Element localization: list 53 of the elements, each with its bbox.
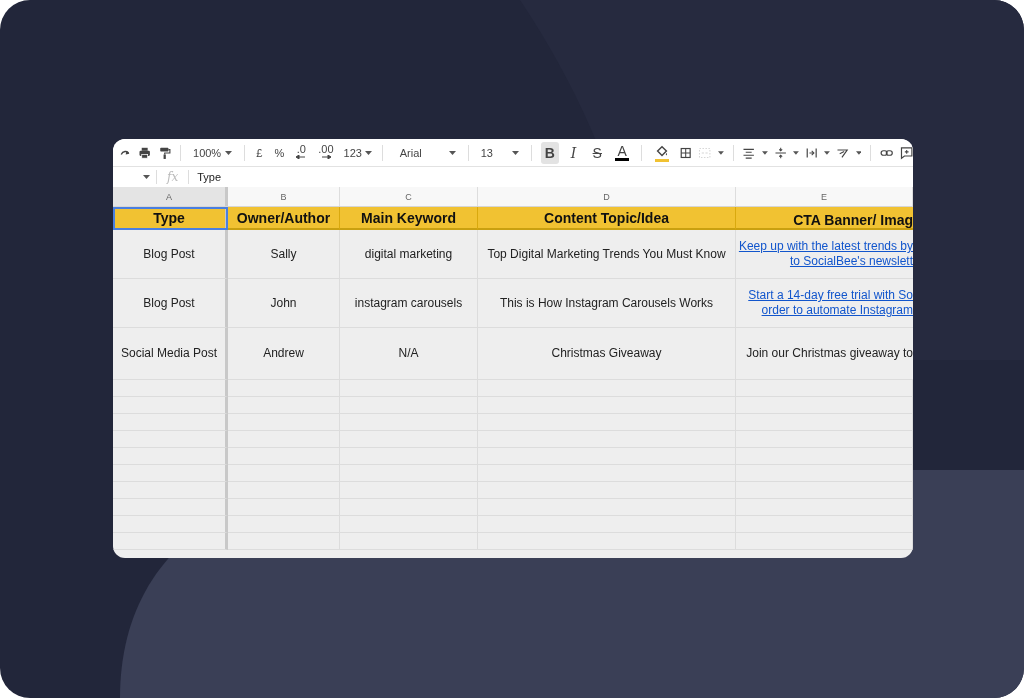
paint-bucket-icon (654, 143, 670, 159)
table-cell: digital marketing (340, 230, 478, 279)
caret-icon (855, 150, 862, 155)
caret-icon (448, 150, 456, 155)
table-cell: John (228, 279, 340, 328)
formula-input[interactable]: Type (189, 171, 222, 183)
table-cell: Andrew (228, 328, 340, 380)
text-color-button[interactable]: A (612, 141, 633, 164)
column-header[interactable]: E (736, 187, 913, 206)
table-cell: Christmas Giveaway (478, 328, 736, 380)
table-cell: Blog Post (113, 279, 228, 328)
column-header[interactable]: D (478, 187, 736, 206)
arrow-icon (296, 154, 307, 159)
format-button[interactable]: £ (253, 141, 266, 164)
header-cell[interactable]: Main Keyword (340, 207, 478, 230)
cell-link[interactable]: Keep up with the latest trends by to SocialBee's newslett (736, 230, 913, 279)
caret-icon (364, 150, 372, 155)
table-cell: N/A (340, 328, 478, 380)
italic-button[interactable]: I (564, 141, 583, 164)
caret-icon (824, 150, 831, 155)
header-cell[interactable]: CTA Banner/ Imag (736, 207, 913, 230)
header-cell[interactable]: Content Topic/Idea (478, 207, 736, 230)
table-cell: Sally (228, 230, 340, 279)
table-cell: This is How Instagram Carousels Works (478, 279, 736, 328)
table-cell: Social Media Post (113, 328, 228, 380)
strikethrough-button[interactable]: S (588, 141, 607, 164)
arrow-icon (320, 154, 331, 159)
font-select[interactable]: Arial (391, 141, 459, 164)
caret-icon (224, 150, 232, 155)
dropdown-select[interactable]: 100% (190, 141, 235, 164)
dropdown-select[interactable]: 13 (477, 141, 523, 164)
caret-icon (793, 150, 799, 155)
table-cell: Join our Christmas giveaway to (736, 328, 913, 380)
table-cell: instagram carousels (340, 279, 478, 328)
column-header[interactable]: A (113, 187, 228, 206)
format-dropdown[interactable]: 123 (342, 141, 373, 164)
name-box-caret-icon (143, 175, 150, 179)
decimal-button[interactable]: .0 (293, 141, 310, 164)
function-label: fx (157, 170, 190, 184)
table-cell: Blog Post (113, 230, 228, 279)
caret-icon (512, 150, 520, 155)
header-cell[interactable]: Owner/Author (228, 207, 340, 230)
decimal-button[interactable]: .00 (315, 141, 337, 164)
bold-button[interactable]: B (541, 141, 559, 164)
format-button[interactable]: % (271, 141, 288, 164)
column-header[interactable]: B (228, 187, 340, 206)
comment-icon[interactable] (899, 144, 913, 161)
column-header[interactable]: C (340, 187, 478, 206)
caret-icon (717, 150, 724, 155)
cell-link[interactable]: Start a 14-day free trial with So order to automate Instagram (736, 279, 913, 328)
caret-icon (761, 150, 768, 155)
table-cell: Top Digital Marketing Trends You Must Know (478, 230, 736, 279)
header-cell[interactable]: Type (113, 207, 228, 230)
